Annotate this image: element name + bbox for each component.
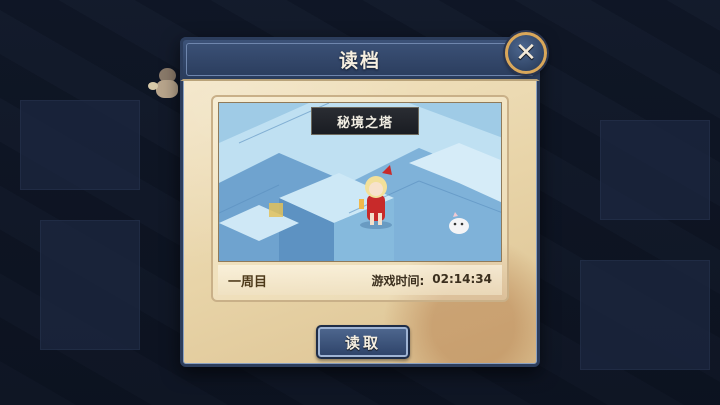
background-npc-sprite — [148, 66, 182, 100]
background-block — [600, 120, 710, 220]
save-thumbnail: 秘境之塔 — [218, 102, 502, 262]
background-block — [40, 220, 140, 350]
close-x-icon: ✕ — [515, 38, 537, 68]
background-block — [20, 100, 140, 190]
dialog-title: 读档 — [338, 50, 381, 72]
dialog-titlebar: 读档 — [180, 37, 540, 81]
play-time: 游戏时间: 02:14:34 — [371, 272, 492, 289]
close-button[interactable]: ✕ — [505, 32, 547, 74]
play-time-value: 02:14:34 — [432, 271, 492, 286]
save-slot[interactable]: 秘境之塔 一周目 游戏时间: 02:14:34 — [211, 95, 509, 302]
play-time-label: 游戏时间: — [371, 273, 425, 288]
map-name: 秘境之塔 — [336, 115, 393, 131]
save-slot-footer: 一周目 游戏时间: 02:14:34 — [218, 265, 502, 295]
playthrough-label: 一周目 — [228, 274, 268, 290]
load-button-label: 读取 — [344, 333, 381, 352]
map-name-banner: 秘境之塔 — [311, 107, 419, 135]
load-dialog: 读档 秘境之塔 一周目 游戏时间: 02:14:34 读取 — [180, 37, 540, 367]
load-button[interactable]: 读取 — [316, 325, 410, 359]
background-block — [580, 260, 710, 370]
